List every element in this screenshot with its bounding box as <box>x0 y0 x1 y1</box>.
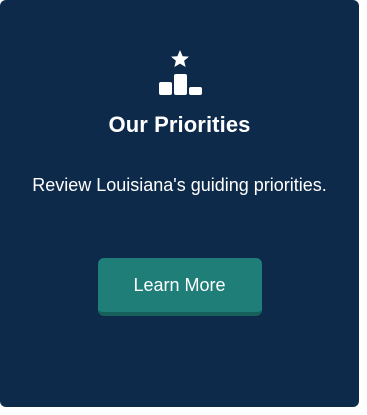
learn-more-button[interactable]: Learn More <box>97 258 262 316</box>
card-description: Review Louisiana's guiding priorities. <box>32 175 327 195</box>
card-title: Our Priorities <box>108 112 251 137</box>
podium-star-icon <box>150 46 210 102</box>
priorities-card: Our Priorities Review Louisiana's guidin… <box>0 0 359 407</box>
